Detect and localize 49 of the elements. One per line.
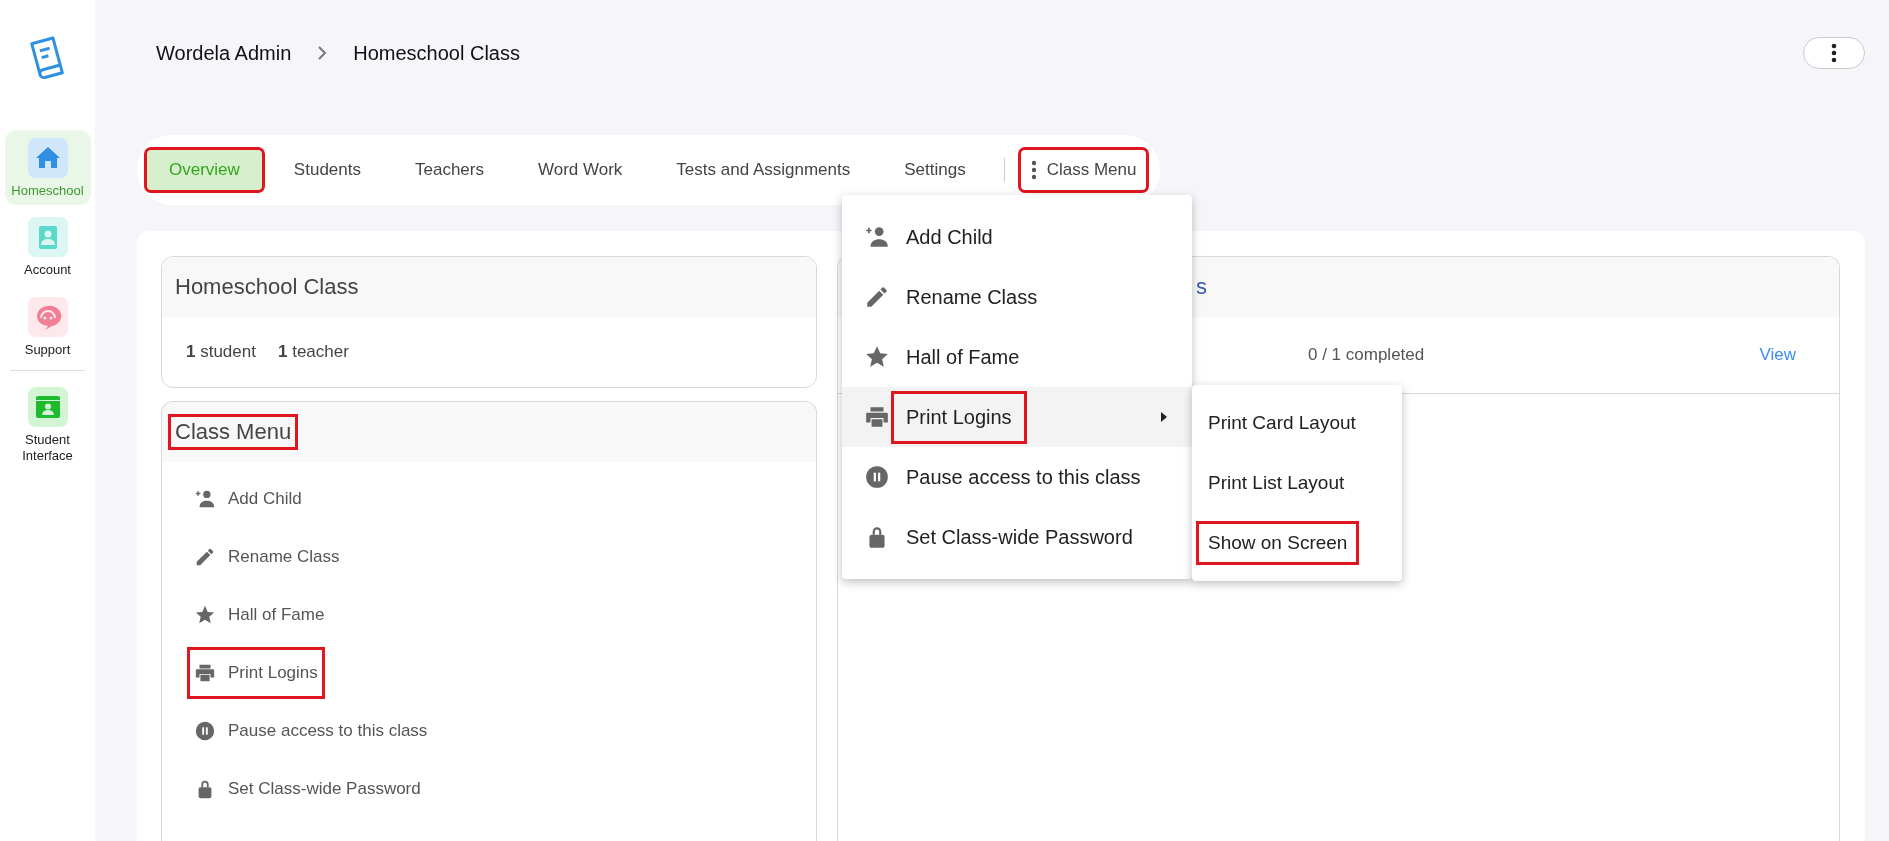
menu-item[interactable]: Add Child — [842, 207, 1192, 267]
count-label: 1 student — [186, 342, 256, 362]
menu-item[interactable]: Print Logins — [842, 387, 1192, 447]
breadcrumb-item: Homeschool Class — [353, 41, 520, 65]
pencil-icon — [864, 284, 890, 310]
pause-icon — [864, 464, 890, 490]
id-badge-icon — [27, 217, 68, 258]
progress-text: 0 / 1 completed — [1308, 345, 1425, 365]
card-title: Class Menu — [171, 417, 296, 447]
pencil-icon — [194, 546, 216, 568]
pause-icon — [194, 720, 216, 742]
printer-icon — [864, 404, 890, 430]
menu-link[interactable]: Add Child — [190, 476, 306, 522]
menu-item[interactable]: Print List Layout — [1192, 453, 1402, 513]
menu-item[interactable]: Print Card Layout — [1192, 393, 1402, 453]
card-title: s — [1195, 273, 1208, 301]
menu-item[interactable]: Rename Class — [842, 267, 1192, 327]
menu-item[interactable]: Pause access to this class — [842, 447, 1192, 507]
chat-face-icon — [27, 296, 68, 337]
menu-item[interactable]: Show on Screen — [1192, 513, 1402, 573]
printer-icon — [194, 662, 216, 684]
vertical-dots-icon — [1030, 160, 1037, 180]
class-menu-button[interactable]: Class Menu — [1020, 150, 1147, 190]
more-options-button[interactable] — [1803, 37, 1865, 69]
menu-item[interactable]: Hall of Fame — [842, 327, 1192, 387]
tab[interactable]: Teachers — [392, 150, 506, 190]
breadcrumb-item[interactable]: Wordela Admin — [156, 41, 292, 65]
add-person-icon — [864, 224, 890, 250]
menu-link[interactable]: Pause access to this class — [190, 708, 432, 754]
card-title: Homeschool Class — [174, 273, 360, 301]
tab[interactable]: Word Work — [515, 150, 645, 190]
star-icon — [864, 344, 890, 370]
tab[interactable]: Settings — [882, 150, 988, 190]
tab[interactable]: Tests and Assignments — [654, 150, 873, 190]
sidebar-item[interactable]: Support — [4, 288, 91, 364]
sidebar-item[interactable]: Student Interface — [4, 378, 91, 471]
tab[interactable]: Students — [271, 150, 383, 190]
menu-item[interactable]: Set Class-wide Password — [842, 507, 1192, 567]
add-person-icon — [194, 488, 216, 510]
house-icon — [27, 138, 68, 178]
menu-link[interactable]: Print Logins — [190, 650, 322, 696]
star-icon — [194, 604, 216, 626]
menu-link[interactable]: Hall of Fame — [190, 592, 329, 638]
menu-link[interactable]: Rename Class — [190, 534, 344, 580]
count-label: 1 teacher — [277, 342, 349, 362]
vertical-dots-icon — [1831, 43, 1837, 63]
browser-window-icon — [27, 386, 68, 427]
sidebar-item[interactable]: Account — [4, 209, 91, 285]
menu-link[interactable]: Set Class-wide Password — [190, 766, 425, 812]
